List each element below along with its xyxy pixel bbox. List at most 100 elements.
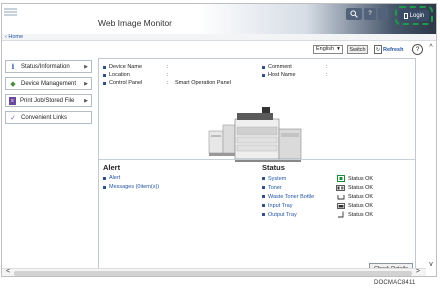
- login-icon: [403, 12, 408, 19]
- info-sep: :: [167, 64, 169, 70]
- status-name: Input Tray: [268, 202, 293, 209]
- breadcrumb: ‹ Home: [2, 34, 436, 41]
- refresh-icon[interactable]: ↻: [374, 45, 382, 54]
- main-panel: Device Name : Location : Control Panel :…: [98, 58, 416, 274]
- status-row-output-tray: Output Tray Status OK: [262, 211, 373, 218]
- links-icon: ✓: [10, 114, 16, 122]
- sidebar-item-label: Convenient Links: [21, 114, 68, 121]
- device-name-row: Device Name :: [103, 64, 175, 70]
- control-panel-row: Control Panel : Smart Operation Panel: [103, 80, 231, 86]
- figure-code: DOCMAC8411: [374, 280, 416, 286]
- status-row-system: System Status OK: [262, 175, 373, 182]
- chevron-right-icon[interactable]: >: [416, 268, 420, 275]
- bullet-icon: [103, 73, 106, 77]
- vertical-scrollbar[interactable]: ^ v: [426, 42, 436, 270]
- status-value: Status OK: [348, 175, 374, 182]
- info-label: Host Name: [268, 72, 296, 78]
- info-sep: :: [326, 64, 328, 70]
- bullet-icon: [103, 185, 106, 189]
- app-title: Web Image Monitor: [98, 18, 173, 28]
- browser-window: Web Image Monitor ? Login ‹ Home English…: [1, 3, 437, 277]
- sidebar-item-label: Status/Information: [21, 63, 70, 70]
- status-name: Waste Toner Bottle: [268, 193, 315, 200]
- horizontal-scrollbar[interactable]: < >: [2, 268, 426, 276]
- info-label: Location: [109, 72, 130, 78]
- status-row-toner: Toner Status OK: [262, 184, 373, 191]
- home-link[interactable]: ‹ Home: [5, 34, 23, 40]
- chevron-up-icon[interactable]: ^: [426, 44, 436, 51]
- home-link-label: Home: [8, 34, 24, 40]
- info-sep: :: [167, 72, 169, 78]
- search-button[interactable]: [346, 8, 362, 20]
- bullet-icon: [262, 65, 265, 69]
- bullet-icon: [103, 65, 106, 69]
- search-icon: [350, 10, 358, 18]
- scrollbar-thumb[interactable]: [14, 271, 412, 276]
- status-name-link[interactable]: Output Tray: [262, 212, 336, 218]
- header-help-button[interactable]: ?: [364, 8, 376, 20]
- chevron-left-icon[interactable]: <: [6, 268, 10, 275]
- bullet-icon: [262, 177, 265, 180]
- status-title: Status: [262, 163, 285, 172]
- messages-link-label: Messages (0item(s)): [109, 184, 160, 190]
- info-value: Smart Operation Panel: [175, 80, 231, 86]
- sidebar-item-convenient-links[interactable]: ✓ Convenient Links: [5, 111, 92, 124]
- sidebar-item-status-information[interactable]: i Status/Information ▶: [5, 60, 92, 73]
- bullet-icon: [262, 186, 265, 189]
- status-name-link[interactable]: Toner: [262, 185, 336, 191]
- alert-link[interactable]: Alert: [103, 175, 120, 181]
- sidebar-item-print-job[interactable]: ≡ Print Job/Stored File ▶: [5, 94, 92, 107]
- status-name: Toner: [268, 184, 282, 191]
- info-sep: :: [326, 72, 328, 78]
- status-name: Output Tray: [268, 211, 297, 218]
- sidebar-item-device-management[interactable]: ◆ Device Management ▶: [5, 77, 92, 90]
- switch-button-label: Switch: [349, 46, 366, 53]
- print-job-icon: ≡: [9, 96, 16, 105]
- alert-title: Alert: [103, 163, 121, 172]
- info-label: Device Name: [109, 64, 143, 70]
- info-sep: :: [167, 80, 169, 86]
- language-select[interactable]: English ▼: [313, 45, 343, 54]
- bullet-icon: [103, 176, 106, 180]
- help-icon[interactable]: ?: [412, 44, 423, 55]
- bullet-icon: [262, 204, 265, 207]
- info-label: Comment: [268, 64, 292, 70]
- host-name-row: Host Name :: [262, 72, 334, 78]
- bullet-icon: [262, 213, 265, 216]
- status-name: System: [268, 175, 287, 182]
- status-name-link[interactable]: Input Tray: [262, 203, 336, 209]
- chevron-right-icon: ▶: [84, 63, 88, 70]
- messages-link[interactable]: Messages (0item(s)): [103, 184, 159, 190]
- location-row: Location :: [103, 72, 175, 78]
- help-icon-label: ?: [415, 46, 420, 53]
- sidebar-item-label: Print Job/Stored File: [20, 97, 75, 104]
- status-value: Status OK: [348, 202, 374, 209]
- comment-row: Comment :: [262, 64, 334, 70]
- bullet-icon: [103, 81, 106, 85]
- chevron-down-icon[interactable]: v: [426, 261, 436, 268]
- section-divider: [99, 159, 415, 160]
- waste-toner-icon: [336, 193, 345, 200]
- refresh-link[interactable]: Refresh: [383, 47, 403, 53]
- bullet-icon: [262, 195, 265, 198]
- header-divider-button: [378, 8, 388, 20]
- info-label: Control Panel: [109, 80, 143, 86]
- chevron-down-icon: ▼: [336, 46, 341, 52]
- status-name-link[interactable]: System: [262, 176, 336, 182]
- output-tray-icon: [336, 211, 345, 218]
- status-value: Status OK: [348, 184, 374, 191]
- status-value: Status OK: [348, 211, 374, 218]
- chevron-right-icon: ▶: [84, 97, 88, 104]
- header-help-label: ?: [368, 11, 372, 17]
- device-management-icon: ◆: [10, 80, 16, 88]
- toner-icon: [336, 184, 345, 191]
- status-name-link[interactable]: Waste Toner Bottle: [262, 194, 336, 200]
- input-tray-icon: [336, 202, 345, 209]
- sidebar: i Status/Information ▶ ◆ Device Manageme…: [5, 60, 92, 128]
- status-row-waste-toner: Waste Toner Bottle Status OK: [262, 193, 373, 200]
- sidebar-item-label: Device Management: [21, 80, 77, 87]
- chevron-right-icon: ▶: [84, 80, 88, 87]
- login-button[interactable]: Login: [399, 10, 429, 21]
- app-header: Web Image Monitor ? Login: [2, 4, 436, 34]
- switch-button[interactable]: Switch: [347, 45, 368, 54]
